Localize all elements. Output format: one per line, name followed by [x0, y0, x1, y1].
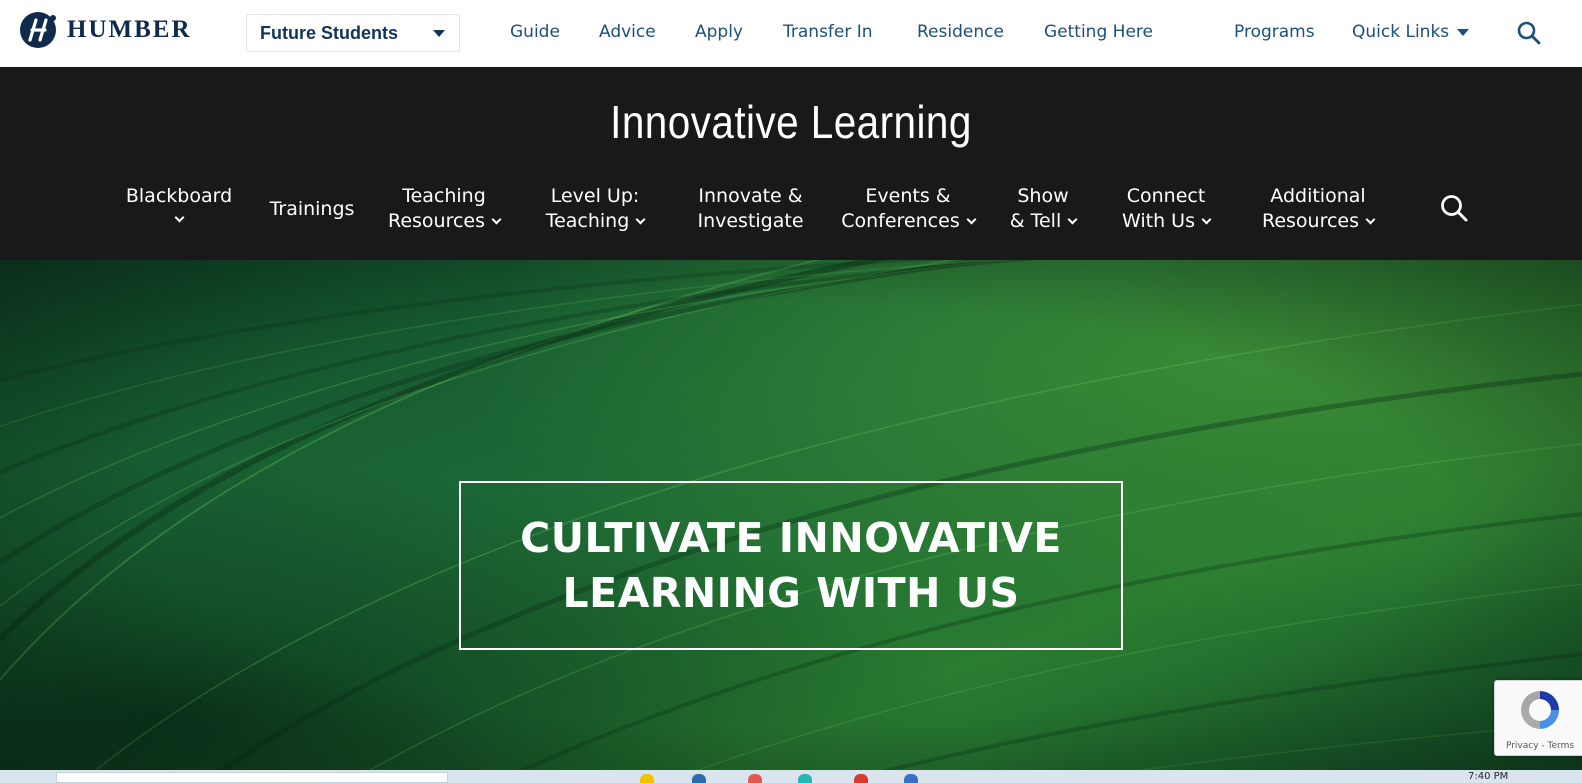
- chevron-down-icon: [635, 214, 646, 225]
- recaptcha-separator: -: [1541, 741, 1545, 751]
- nav-item-level-up-teaching[interactable]: Level Up: Teaching: [539, 184, 651, 234]
- humber-logo[interactable]: HUMBER: [19, 11, 192, 49]
- caret-down-icon: [1457, 28, 1470, 36]
- quick-links-label: Quick Links: [1352, 22, 1450, 42]
- nav-item-label: Blackboard: [125, 185, 233, 207]
- nav-item-label: Additional: [1270, 185, 1366, 207]
- chevron-down-icon: [1201, 214, 1212, 225]
- recaptcha-privacy-link[interactable]: Privacy: [1506, 741, 1539, 751]
- nav-item-additional-resources[interactable]: Additional Resources: [1252, 184, 1384, 234]
- nav-item-label: Show: [1017, 185, 1069, 207]
- search-icon[interactable]: [1439, 193, 1469, 223]
- edge-icon[interactable]: [798, 774, 812, 783]
- nav-item-label: Teaching: [402, 185, 486, 207]
- caret-down-icon: [433, 30, 445, 37]
- nav-item-show-tell[interactable]: Show & Tell: [1003, 184, 1083, 234]
- nav-item-label: Trainings: [269, 198, 355, 220]
- nav-item-label: Teaching: [545, 210, 630, 232]
- recaptcha-terms-link[interactable]: Terms: [1548, 741, 1575, 751]
- hero-headline-box: CULTIVATE INNOVATIVE LEARNING WITH US: [459, 481, 1123, 650]
- chevron-down-icon: [1067, 214, 1078, 225]
- quick-links-menu[interactable]: Quick Links: [1352, 22, 1470, 42]
- nav-item-blackboard[interactable]: Blackboard: [124, 184, 234, 234]
- nav-item-innovate-investigate[interactable]: Innovate & Investigate: [693, 184, 808, 234]
- section-header: Innovative Learning Blackboard Trainings…: [0, 67, 1582, 260]
- top-link-guide[interactable]: Guide: [510, 22, 560, 42]
- recaptcha-badge[interactable]: Privacy - Terms: [1494, 680, 1582, 756]
- recaptcha-icon: [1521, 691, 1559, 729]
- top-link-residence[interactable]: Residence: [917, 22, 1004, 42]
- nav-item-label: With Us: [1122, 210, 1195, 232]
- nav-item-label: Events &: [865, 185, 951, 207]
- nav-item-label: Conferences: [841, 210, 960, 232]
- nav-item-teaching-resources[interactable]: Teaching Resources: [382, 184, 506, 234]
- nav-item-label: Resources: [1261, 210, 1360, 232]
- os-taskbar: 7:40 PM: [0, 770, 1582, 783]
- hero-headline-line-1: CULTIVATE INNOVATIVE: [520, 513, 1062, 562]
- chrome-icon[interactable]: [854, 774, 868, 783]
- search-icon[interactable]: [1516, 20, 1542, 46]
- hero-headline-line-2: LEARNING WITH US: [562, 568, 1020, 617]
- chevron-down-icon: [491, 214, 502, 225]
- chevron-down-icon: [1365, 214, 1376, 225]
- nav-item-label: Innovate &: [698, 185, 803, 207]
- store-icon[interactable]: [692, 774, 706, 783]
- taskbar-clock[interactable]: 7:40 PM: [1468, 771, 1508, 782]
- page-title[interactable]: Innovative Learning: [95, 95, 1487, 149]
- top-link-advice[interactable]: Advice: [599, 22, 656, 42]
- humber-logo-icon: [20, 12, 56, 48]
- nav-item-label: Resources: [387, 210, 486, 232]
- chevron-down-icon: [966, 214, 977, 225]
- taskbar-search-box[interactable]: [56, 772, 448, 783]
- top-link-getting-here[interactable]: Getting Here: [1044, 22, 1153, 42]
- nav-item-connect-with-us[interactable]: Connect With Us: [1112, 184, 1220, 234]
- app-icon[interactable]: [748, 774, 762, 783]
- brand-name: HUMBER: [67, 16, 192, 43]
- recaptcha-links: Privacy - Terms: [1495, 741, 1582, 751]
- nav-item-events-conferences[interactable]: Events & Conferences: [835, 184, 981, 234]
- chevron-down-icon: [174, 212, 184, 223]
- hero-banner: CULTIVATE INNOVATIVE LEARNING WITH US: [0, 260, 1582, 770]
- nav-item-trainings[interactable]: Trainings: [266, 197, 358, 222]
- file-explorer-icon[interactable]: [640, 774, 654, 783]
- top-link-programs[interactable]: Programs: [1234, 22, 1315, 42]
- audience-selected-value: Future Students: [260, 22, 398, 43]
- global-header: HUMBER Future Students Guide Advice Appl…: [0, 0, 1582, 67]
- nav-item-label: & Tell: [1009, 210, 1062, 232]
- nav-item-label: Investigate: [697, 210, 804, 232]
- top-link-apply[interactable]: Apply: [695, 22, 743, 42]
- nav-item-label: Connect: [1126, 185, 1206, 207]
- nav-item-label: Level Up:: [550, 185, 640, 207]
- app-icon[interactable]: [904, 774, 918, 783]
- audience-select[interactable]: Future Students: [246, 14, 460, 52]
- top-link-transfer-in[interactable]: Transfer In: [783, 22, 873, 42]
